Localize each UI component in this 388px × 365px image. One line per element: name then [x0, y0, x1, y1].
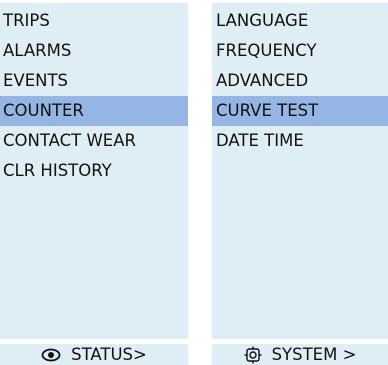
system-footer-label: SYSTEM >: [271, 345, 357, 364]
status-menu-panel: TRIPS ALARMS EVENTS COUNTER CONTACT WEAR…: [0, 3, 188, 339]
eye-icon: [41, 348, 61, 362]
status-footer-button[interactable]: STATUS>: [0, 344, 188, 365]
menu-item-date-time[interactable]: DATE TIME: [212, 126, 388, 156]
menu-item-language[interactable]: LANGUAGE: [212, 6, 388, 36]
status-footer-label: STATUS>: [71, 345, 147, 364]
system-footer-button[interactable]: SYSTEM >: [212, 344, 388, 365]
menu-item-events[interactable]: EVENTS: [0, 66, 188, 96]
menu-item-contact-wear[interactable]: CONTACT WEAR: [0, 126, 188, 156]
menu-item-alarms[interactable]: ALARMS: [0, 36, 188, 66]
menu-item-frequency[interactable]: FREQUENCY: [212, 36, 388, 66]
menu-item-advanced[interactable]: ADVANCED: [212, 66, 388, 96]
menu-item-curve-test[interactable]: CURVE TEST: [212, 96, 388, 126]
menu-item-clr-history[interactable]: CLR HISTORY: [0, 156, 188, 186]
system-menu-list: LANGUAGE FREQUENCY ADVANCED CURVE TEST D…: [212, 6, 388, 156]
gear-icon: [244, 346, 262, 364]
menu-item-trips[interactable]: TRIPS: [0, 6, 188, 36]
status-menu-list: TRIPS ALARMS EVENTS COUNTER CONTACT WEAR…: [0, 6, 188, 186]
system-menu-panel: LANGUAGE FREQUENCY ADVANCED CURVE TEST D…: [212, 3, 388, 339]
menu-item-counter[interactable]: COUNTER: [0, 96, 188, 126]
